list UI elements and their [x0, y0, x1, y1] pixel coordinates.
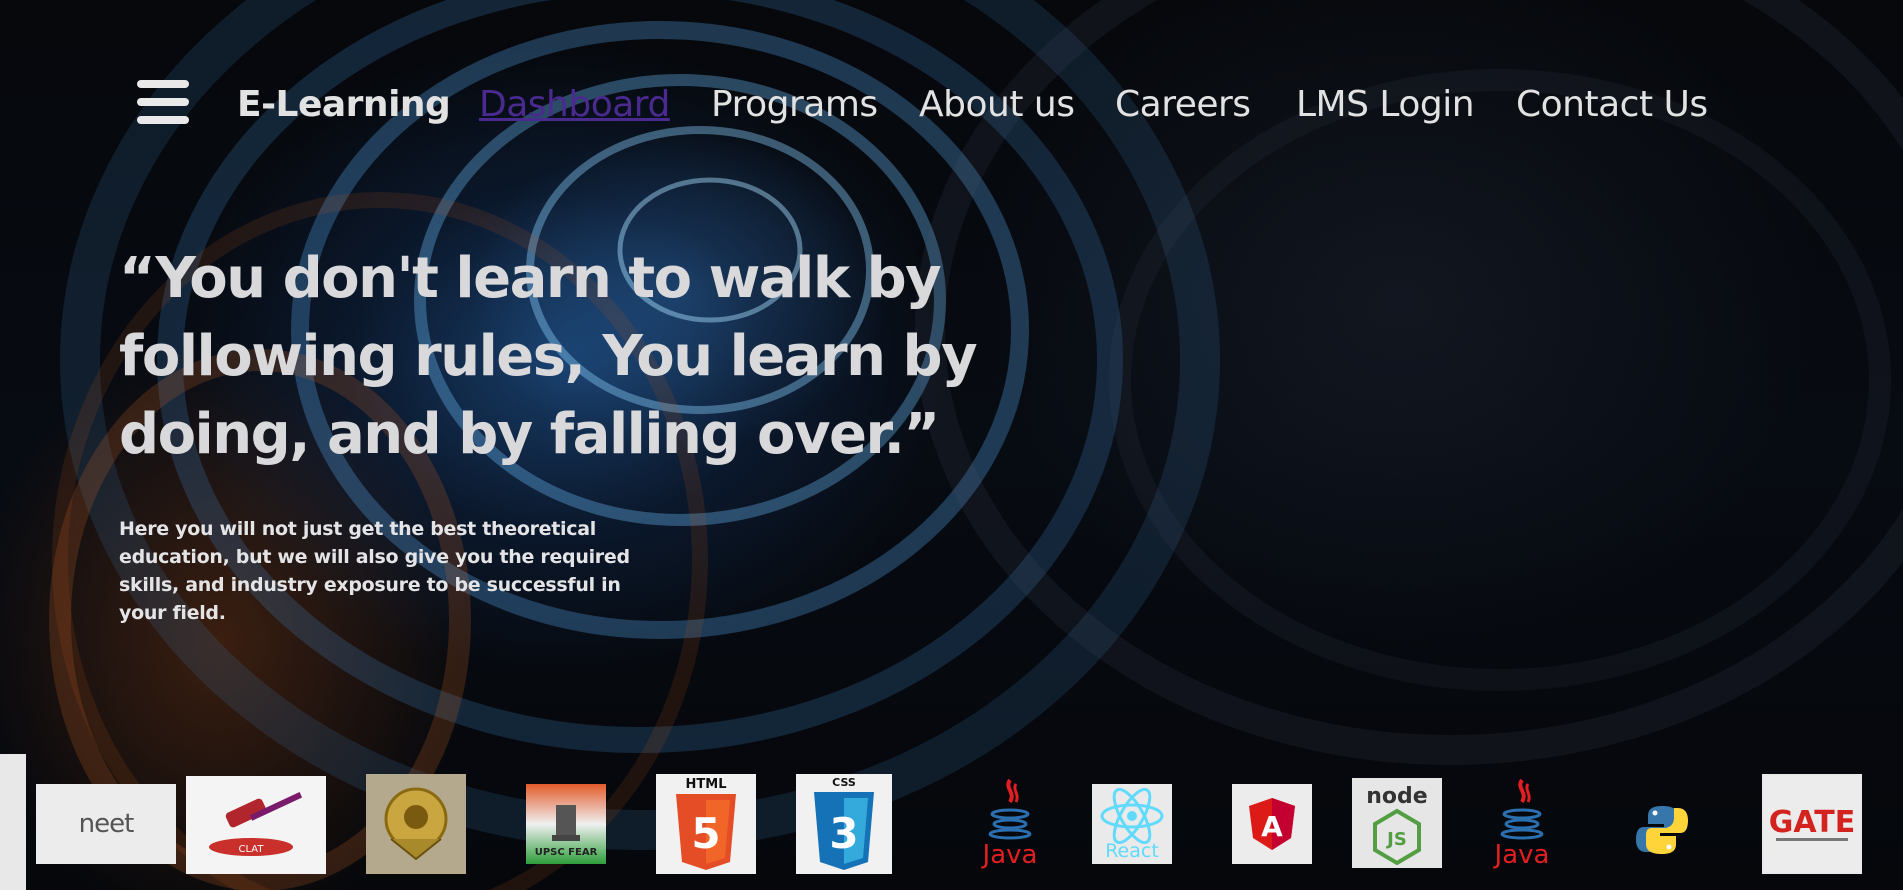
html5-logo-number: 5: [691, 809, 720, 858]
hero-quote: “You don't learn to walk by following ru…: [119, 246, 978, 467]
css3-logo-text: CSS: [832, 776, 856, 789]
css3-logo-number: 3: [829, 809, 858, 858]
java-logo-2-text: Java: [1494, 840, 1550, 870]
course-logos-carousel: neet CLAT UPSC FEAR HTML 5 CSS 3 Java Re…: [0, 750, 1903, 890]
java-logo-2[interactable]: Java: [1472, 772, 1572, 872]
python-logo[interactable]: [1622, 800, 1702, 860]
gate-badge-icon: GATE: [1764, 776, 1860, 872]
css3-logo[interactable]: CSS 3: [796, 774, 892, 874]
java-logo[interactable]: Java: [960, 772, 1060, 872]
java-cup-icon: [1500, 778, 1544, 840]
html5-logo[interactable]: HTML 5: [656, 774, 756, 874]
upsc-logo[interactable]: UPSC FEAR: [526, 784, 606, 864]
brand-link[interactable]: E-Learning: [237, 84, 451, 125]
nav-link-dashboard[interactable]: Dashboard: [479, 84, 670, 125]
react-logo[interactable]: React: [1092, 784, 1172, 864]
nodejs-icon: node JS: [1366, 784, 1428, 865]
nav-link-contact-us[interactable]: Contact Us: [1516, 84, 1708, 125]
upsc-logo-text: UPSC FEAR: [534, 847, 598, 858]
nav-link-lms-login[interactable]: LMS Login: [1296, 84, 1475, 125]
css3-icon: CSS 3: [814, 776, 874, 870]
ashoka-emblem-icon: [552, 805, 580, 841]
react-atom-icon: [1100, 788, 1164, 844]
node-logo-text: node: [1366, 784, 1427, 809]
clat-logo[interactable]: CLAT: [186, 776, 326, 874]
partial-logo-tile[interactable]: [0, 754, 26, 890]
hamburger-menu-icon[interactable]: [137, 78, 189, 126]
gavel-icon: CLAT: [209, 792, 303, 856]
python-snakes-icon: [1636, 806, 1688, 854]
angular-shield-icon: A: [1249, 798, 1295, 850]
gate-logo-text: GATE: [1769, 805, 1855, 840]
neet-logo-text: neet: [78, 809, 135, 839]
html5-logo-text: HTML: [686, 777, 727, 792]
nav-link-programs[interactable]: Programs: [711, 84, 878, 125]
clat-logo-text: CLAT: [239, 844, 265, 855]
armed-forces-emblem[interactable]: [366, 774, 466, 874]
main-navigation: E-Learning Dashboard Programs About us C…: [0, 78, 1903, 130]
html5-icon: HTML 5: [676, 777, 736, 870]
react-logo-text: React: [1105, 840, 1159, 862]
java-cup-icon: [988, 778, 1032, 840]
emblem-icon: [384, 787, 448, 861]
hero-description: Here you will not just get the best theo…: [119, 518, 630, 624]
java-logo-text: Java: [982, 840, 1038, 870]
nav-link-careers[interactable]: Careers: [1115, 84, 1251, 125]
node-logo-js-text: JS: [1385, 829, 1407, 850]
angular-logo-text: A: [1261, 810, 1283, 843]
gate-logo[interactable]: GATE: [1762, 774, 1862, 874]
neet-logo[interactable]: neet: [36, 784, 176, 864]
nav-link-about-us[interactable]: About us: [919, 84, 1075, 125]
nodejs-logo[interactable]: node JS: [1352, 778, 1442, 868]
angular-logo[interactable]: A: [1232, 784, 1312, 864]
